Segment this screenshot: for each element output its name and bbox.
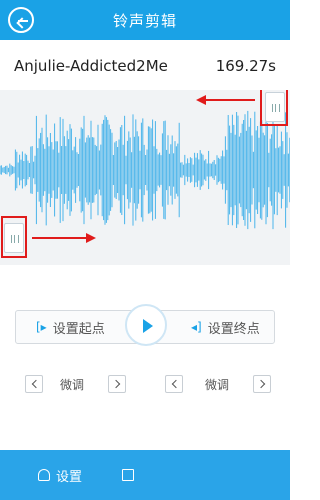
start-fine-right-button[interactable] — [108, 375, 126, 393]
page-title: 铃声剪辑 — [112, 12, 177, 30]
set-end-label: 设置终点 — [207, 321, 260, 337]
settings-label: 设置 — [56, 469, 83, 485]
track-info: Anjulie-Addicted2Me 169.27s — [14, 55, 276, 77]
settings-button[interactable]: 设置 — [38, 466, 83, 485]
set-start-label: 设置起点 — [52, 321, 105, 337]
end-fine-left-button[interactable] — [165, 375, 183, 393]
waveform-editor[interactable] — [0, 90, 290, 265]
start-marker-icon: [▸ — [36, 320, 47, 334]
bell-icon — [38, 469, 50, 481]
save-icon — [122, 469, 134, 481]
start-fine-left-button[interactable] — [25, 375, 43, 393]
end-fine-tune: 微调 — [165, 375, 271, 393]
end-fine-right-button[interactable] — [253, 375, 271, 393]
track-name: Anjulie-Addicted2Me — [14, 57, 168, 75]
end-fine-label: 微调 — [205, 378, 230, 392]
bottom-bar: 设置 — [0, 450, 290, 500]
end-marker-icon: ◂] — [191, 320, 202, 334]
start-fine-tune: 微调 — [25, 375, 130, 393]
start-fine-label: 微调 — [60, 378, 85, 392]
header-bar: 铃声剪辑 — [0, 0, 290, 40]
set-start-button[interactable]: [▸ 设置起点 — [36, 311, 105, 343]
play-button[interactable] — [125, 304, 167, 346]
save-button[interactable] — [122, 466, 140, 484]
annotation-arrows — [32, 95, 255, 243]
track-duration: 169.27s — [215, 57, 276, 75]
set-end-button[interactable]: ◂] 设置终点 — [191, 311, 260, 343]
